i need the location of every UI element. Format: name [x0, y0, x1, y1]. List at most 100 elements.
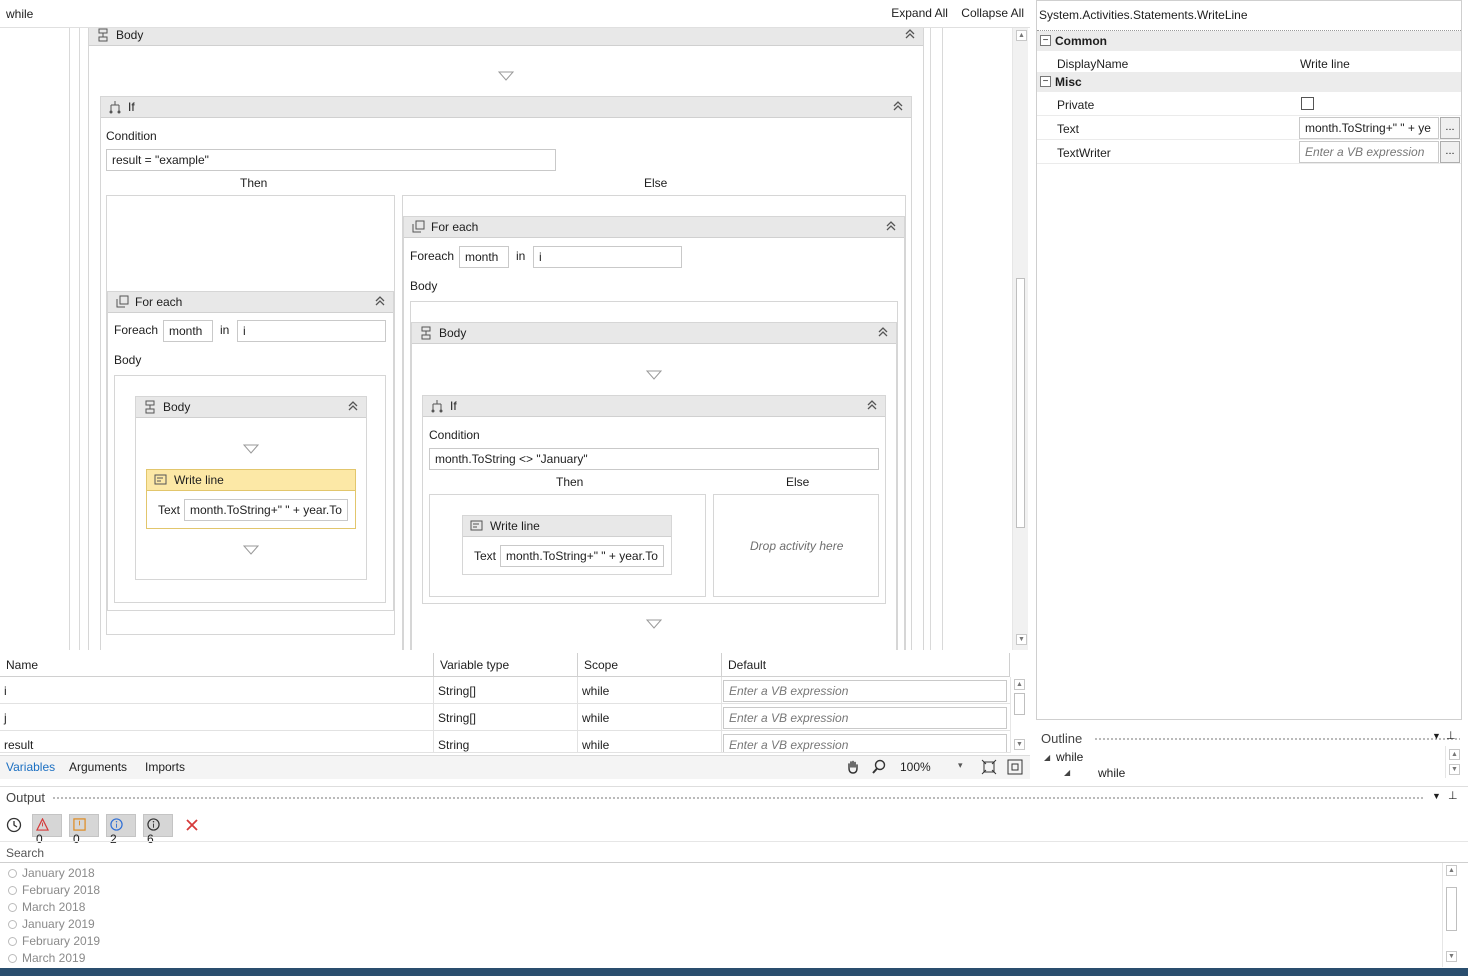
- variable-type-cell[interactable]: String: [434, 731, 578, 752]
- pin-icon[interactable]: ⊥: [1446, 729, 1456, 742]
- output-search-input[interactable]: Search: [0, 841, 1468, 863]
- collapse-chevron-icon[interactable]: [903, 28, 917, 41]
- filter-warnings-toggle[interactable]: 0: [69, 814, 99, 846]
- textwriter-ellipsis-button[interactable]: ...: [1440, 141, 1460, 163]
- collapse-minus-icon[interactable]: −: [1040, 76, 1051, 87]
- scroll-down-arrow-icon[interactable]: ▼: [1014, 739, 1025, 750]
- textwriter-property-input[interactable]: Enter a VB expression: [1299, 141, 1439, 163]
- activity-header[interactable]: Body: [412, 323, 896, 344]
- outline-scrollbar[interactable]: ▲ ▼: [1445, 746, 1461, 778]
- pan-hand-icon[interactable]: [845, 759, 861, 775]
- tab-imports[interactable]: Imports: [145, 760, 185, 774]
- category-misc[interactable]: − Misc: [1037, 72, 1461, 92]
- zoom-icon[interactable]: [871, 759, 887, 775]
- clear-output-icon[interactable]: [185, 818, 199, 832]
- scrollbar-thumb[interactable]: [1016, 278, 1025, 528]
- list-item[interactable]: February 2018: [8, 883, 100, 897]
- activity-header[interactable]: Write line: [463, 516, 671, 537]
- column-header-scope[interactable]: Scope: [578, 653, 722, 677]
- drop-target-arrow-icon[interactable]: [646, 619, 662, 629]
- canvas-scrollbar[interactable]: ▲ ▼: [1012, 28, 1028, 650]
- activity-header[interactable]: For each: [404, 217, 904, 238]
- drop-target-arrow-icon[interactable]: [498, 71, 514, 81]
- scroll-up-arrow-icon[interactable]: ▲: [1014, 679, 1025, 690]
- property-row-private[interactable]: Private: [1037, 92, 1461, 116]
- condition-input[interactable]: month.ToString <> "January": [429, 448, 879, 470]
- table-row[interactable]: result String while Enter a VB expressio…: [0, 731, 1010, 753]
- foreach-var-input[interactable]: month: [163, 320, 213, 342]
- collapse-chevron-icon[interactable]: [373, 294, 387, 308]
- private-checkbox[interactable]: [1301, 97, 1314, 110]
- scrollbar-thumb[interactable]: [1446, 887, 1457, 931]
- drop-target-arrow-icon[interactable]: [243, 444, 259, 454]
- activity-header[interactable]: If: [423, 396, 885, 417]
- text-ellipsis-button[interactable]: ...: [1440, 117, 1460, 139]
- scroll-up-arrow-icon[interactable]: ▲: [1446, 865, 1457, 876]
- activity-header[interactable]: If: [101, 97, 911, 118]
- outline-child-node[interactable]: while: [1098, 766, 1125, 778]
- filter-info-toggle[interactable]: 2: [106, 814, 136, 846]
- fit-to-screen-icon[interactable]: [981, 759, 997, 775]
- category-common[interactable]: − Common: [1037, 31, 1461, 51]
- property-row-text[interactable]: Text month.ToString+" " + ye ...: [1037, 116, 1461, 140]
- scroll-up-arrow-icon[interactable]: ▲: [1449, 749, 1460, 760]
- variable-scope-cell[interactable]: while: [578, 704, 722, 731]
- scrollbar-thumb[interactable]: [1014, 693, 1025, 715]
- table-row[interactable]: i String[] while Enter a VB expression: [0, 677, 1010, 704]
- variable-scope-cell[interactable]: while: [578, 677, 722, 704]
- variable-name-cell[interactable]: j: [0, 704, 434, 731]
- displayname-value[interactable]: Write line: [1300, 57, 1350, 71]
- table-row[interactable]: j String[] while Enter a VB expression: [0, 704, 1010, 731]
- variable-name-cell[interactable]: i: [0, 677, 434, 704]
- tree-expand-icon[interactable]: ◢: [1064, 768, 1070, 777]
- scroll-down-arrow-icon[interactable]: ▼: [1016, 634, 1027, 645]
- collapse-chevron-icon[interactable]: [865, 398, 879, 412]
- outline-root-node[interactable]: while: [1056, 750, 1083, 764]
- foreach-values-input[interactable]: i: [237, 320, 386, 342]
- scroll-up-arrow-icon[interactable]: ▲: [1016, 30, 1027, 41]
- collapse-chevron-icon[interactable]: [876, 325, 890, 339]
- scroll-down-arrow-icon[interactable]: ▼: [1446, 951, 1457, 962]
- condition-input[interactable]: result = "example": [106, 149, 556, 171]
- overview-map-icon[interactable]: [1007, 759, 1023, 775]
- list-item[interactable]: February 2019: [8, 934, 100, 948]
- panel-menu-icon[interactable]: ▼: [1432, 731, 1441, 741]
- variable-default-input[interactable]: Enter a VB expression: [723, 680, 1007, 702]
- panel-menu-icon[interactable]: ▼: [1432, 791, 1441, 801]
- writeline-text-input[interactable]: month.ToString+" " + year.To: [500, 545, 664, 567]
- variable-name-cell[interactable]: result: [0, 731, 434, 752]
- variable-scope-cell[interactable]: while: [578, 731, 722, 752]
- list-item[interactable]: January 2018: [8, 866, 95, 880]
- list-item[interactable]: March 2018: [8, 900, 85, 914]
- column-header-name[interactable]: Name: [0, 653, 434, 677]
- activity-header[interactable]: For each: [108, 292, 393, 313]
- variable-type-cell[interactable]: String[]: [434, 677, 578, 704]
- foreach-values-input[interactable]: i: [533, 246, 682, 268]
- variable-default-input[interactable]: Enter a VB expression: [723, 707, 1007, 729]
- tree-expand-icon[interactable]: ◢: [1044, 753, 1050, 762]
- clock-icon[interactable]: [6, 817, 22, 833]
- drop-target-arrow-icon[interactable]: [646, 370, 662, 380]
- collapse-chevron-icon[interactable]: [346, 399, 360, 413]
- tab-arguments[interactable]: Arguments: [69, 760, 127, 774]
- column-header-type[interactable]: Variable type: [434, 653, 578, 677]
- panel-grip[interactable]: [1094, 737, 1460, 742]
- drop-target-arrow-icon[interactable]: [243, 545, 259, 555]
- activity-header[interactable]: Body: [136, 397, 366, 418]
- list-item[interactable]: March 2019: [8, 951, 85, 965]
- collapse-all-link[interactable]: Collapse All: [961, 6, 1024, 20]
- list-item[interactable]: January 2019: [8, 917, 95, 931]
- activity-header[interactable]: Body: [89, 28, 923, 46]
- breadcrumb[interactable]: while: [6, 7, 33, 21]
- collapse-chevron-icon[interactable]: [891, 99, 905, 113]
- variable-default-input[interactable]: Enter a VB expression: [723, 734, 1007, 752]
- writeline-text-input[interactable]: month.ToString+" " + year.To: [184, 499, 348, 521]
- collapse-minus-icon[interactable]: −: [1040, 35, 1051, 46]
- foreach-var-input[interactable]: month: [459, 246, 509, 268]
- property-row-textwriter[interactable]: TextWriter Enter a VB expression ...: [1037, 140, 1461, 164]
- variables-scrollbar[interactable]: ▲ ▼: [1010, 677, 1028, 753]
- column-header-default[interactable]: Default: [722, 653, 1010, 677]
- output-scrollbar[interactable]: ▲ ▼: [1442, 863, 1460, 967]
- filter-trace-toggle[interactable]: 6: [143, 814, 173, 846]
- tab-variables[interactable]: Variables: [6, 760, 55, 774]
